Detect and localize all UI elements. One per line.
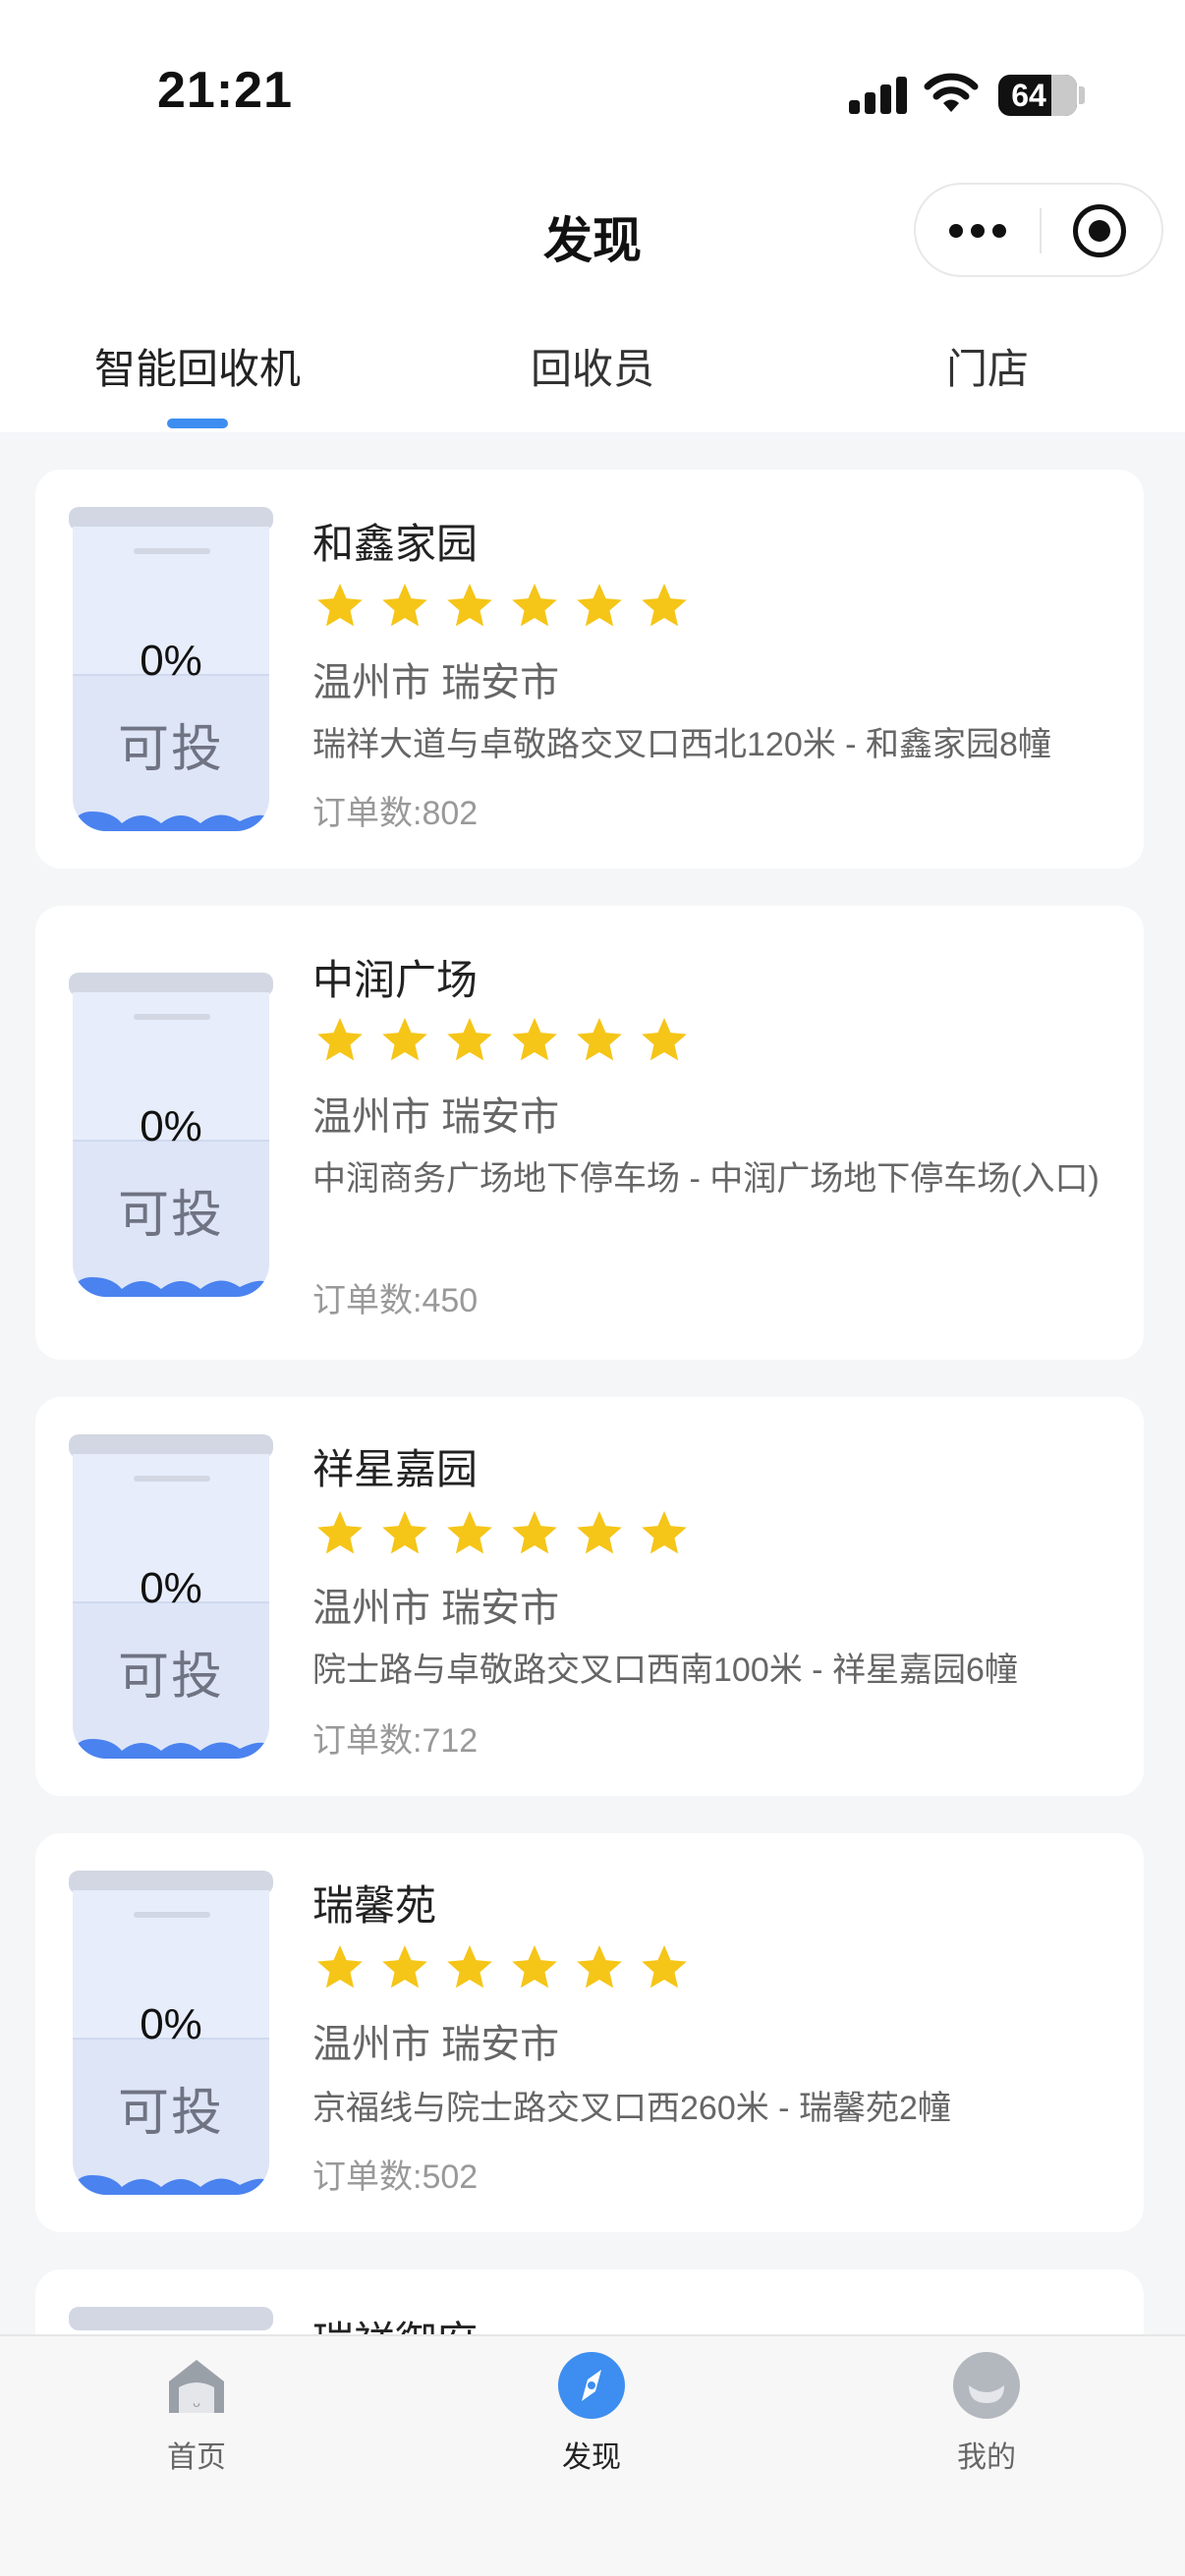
nav-label: 首页: [167, 2441, 226, 2474]
star-icon: [382, 1945, 427, 1988]
location-city: 温州市 瑞安市: [312, 661, 560, 704]
location-address: 院士路与卓敬路交叉口西南100米 - 祥星嘉园6幢: [312, 1652, 1018, 1689]
recycler-card[interactable]: 0% 可投 和鑫家园 温州市 瑞安市 瑞祥大道与卓敬路交叉口西北120米 - 和…: [35, 470, 1144, 868]
star-icon: [642, 1018, 687, 1061]
star-icon: [512, 1511, 557, 1554]
tab-stores[interactable]: 门店: [946, 336, 1029, 396]
star-icon: [512, 1945, 557, 1988]
star-icon: [642, 1511, 687, 1554]
more-options-icon[interactable]: [949, 210, 1008, 250]
star-icon: [642, 1945, 687, 1988]
capsule-divider: [1040, 208, 1042, 253]
star-icon: [317, 1018, 363, 1061]
bin-fill-graphic: 0% 可投: [69, 1434, 273, 1759]
nav-label: 发现: [562, 2441, 621, 2474]
star-icon: [317, 1945, 363, 1988]
battery-cap: [1079, 86, 1085, 104]
bin-fill-graphic: 0% 可投: [69, 507, 273, 831]
battery-level: 64: [1011, 78, 1046, 113]
star-icon: [447, 1511, 492, 1554]
order-count: 订单数:502: [312, 2158, 479, 2196]
nav-label: 我的: [957, 2441, 1016, 2474]
star-rating: [317, 1018, 687, 1061]
compass-icon: [558, 2352, 625, 2419]
fill-percent: 0%: [140, 1564, 202, 1612]
bin-status: 可投: [117, 721, 224, 778]
order-count: 订单数:450: [312, 1282, 479, 1319]
star-icon: [317, 584, 363, 627]
svg-text:ᴗ: ᴗ: [193, 2396, 200, 2411]
home-icon: ᴗ: [169, 2360, 224, 2413]
fill-percent: 0%: [140, 2000, 202, 2048]
star-rating: [317, 1945, 687, 1988]
location-address: 瑞祥大道与卓敬路交叉口西北120米 - 和鑫家园8幢: [312, 726, 1051, 763]
location-name: 祥星嘉园: [312, 1446, 479, 1492]
location-name: 和鑫家园: [312, 521, 479, 567]
star-icon: [512, 584, 557, 627]
bin-status: 可投: [117, 1187, 224, 1244]
star-icon: [642, 584, 687, 627]
profile-icon: [953, 2352, 1020, 2419]
nav-home[interactable]: ᴗ 首页: [98, 2336, 295, 2533]
star-rating: [317, 1511, 687, 1554]
star-icon: [447, 1945, 492, 1988]
tab-recycler-staff[interactable]: 回收员: [531, 336, 654, 396]
star-icon: [512, 1018, 557, 1061]
fill-percent: 0%: [140, 637, 202, 685]
star-icon: [577, 1511, 622, 1554]
bottom-tab-bar: ᴗ 首页 发现 我的: [0, 2334, 1185, 2576]
bin-fill-graphic: 0% 可投: [69, 1871, 273, 2195]
fill-percent: 0%: [140, 1102, 202, 1150]
location-address: 京福线与院士路交叉口西260米 - 瑞馨苑2幢: [312, 2090, 951, 2127]
battery-icon: 64: [998, 75, 1077, 116]
star-icon: [382, 1511, 427, 1554]
bin-fill-graphic: 0% 可投: [69, 973, 273, 1297]
star-icon: [382, 1018, 427, 1061]
recycler-card[interactable]: 0% 可投 祥星嘉园 温州市 瑞安市 院士路与卓敬路交叉口西南100米 - 祥星…: [35, 1397, 1144, 1796]
star-icon: [577, 1018, 622, 1061]
tab-smart-recycler[interactable]: 智能回收机: [94, 336, 301, 396]
location-city: 温州市 瑞安市: [312, 2023, 560, 2066]
nav-profile[interactable]: 我的: [888, 2336, 1085, 2533]
active-tab-indicator: [167, 419, 228, 428]
recycler-card[interactable]: 0% 可投 瑞馨苑 温州市 瑞安市 京福线与院士路交叉口西260米 - 瑞馨苑2…: [35, 1833, 1144, 2232]
miniprogram-capsule: [914, 183, 1163, 277]
star-icon: [577, 1945, 622, 1988]
star-icon: [447, 584, 492, 627]
location-address: 中润商务广场地下停车场 - 中润广场地下停车场(入口): [312, 1160, 1100, 1198]
wifi-icon: [924, 73, 979, 112]
location-city: 温州市 瑞安市: [312, 1095, 560, 1139]
location-name: 瑞馨苑: [312, 1882, 437, 1929]
order-count: 订单数:802: [312, 795, 479, 832]
top-bar: 21:21 64 发现 智能回收机 回收员 门店: [0, 0, 1185, 432]
star-icon: [447, 1018, 492, 1061]
nav-discover[interactable]: 发现: [493, 2336, 690, 2533]
cellular-signal-icon: [849, 77, 908, 114]
location-city: 温州市 瑞安市: [312, 1587, 560, 1630]
order-count: 订单数:712: [312, 1722, 479, 1760]
status-time: 21:21: [157, 62, 293, 119]
star-icon: [382, 584, 427, 627]
location-name: 中润广场: [312, 957, 479, 1003]
recycler-card[interactable]: 0% 可投 中润广场 温州市 瑞安市 中润商务广场地下停车场 - 中润广场地下停…: [35, 906, 1144, 1360]
bin-status: 可投: [117, 1649, 224, 1706]
star-rating: [317, 584, 687, 627]
close-miniprogram-icon[interactable]: [1073, 204, 1126, 257]
star-icon: [317, 1511, 363, 1554]
star-icon: [577, 584, 622, 627]
bin-status: 可投: [117, 2085, 224, 2142]
